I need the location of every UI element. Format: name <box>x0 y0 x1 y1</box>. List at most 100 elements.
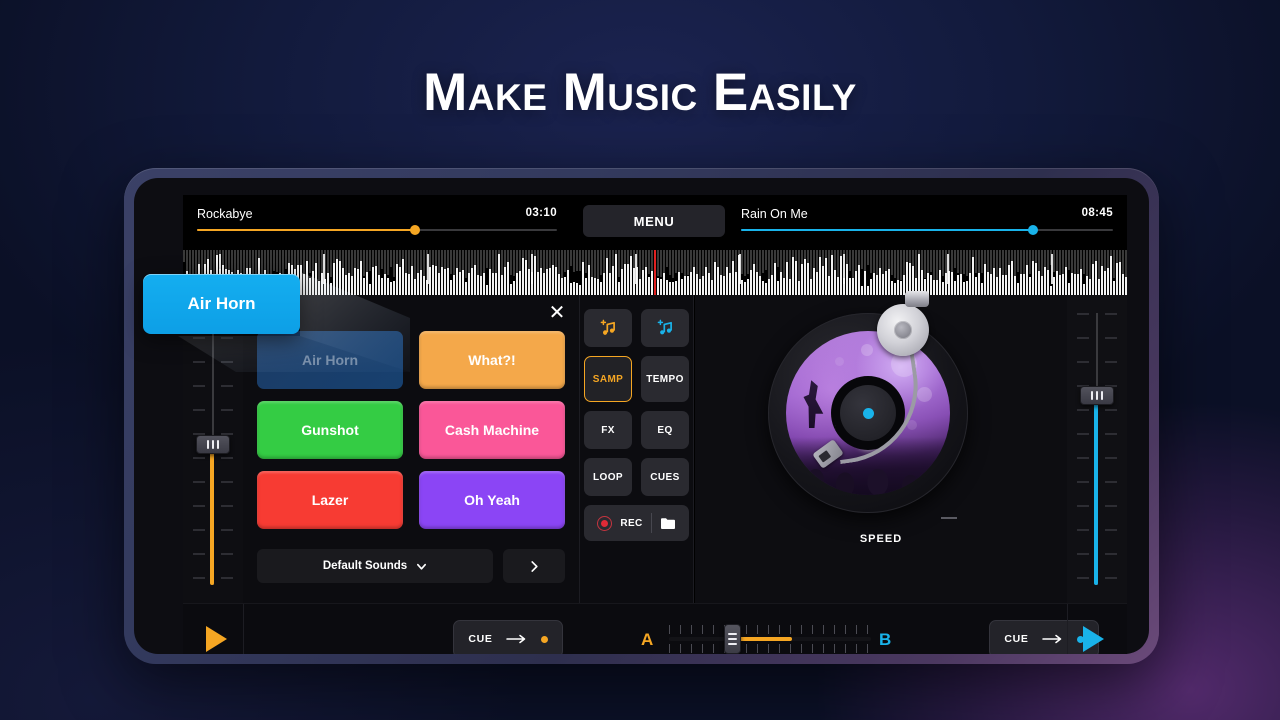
waveform-bar <box>867 250 869 266</box>
deck-a-cue-button[interactable]: CUE <box>453 620 563 654</box>
waveform-bar <box>261 250 263 277</box>
waveform-bar <box>831 255 833 295</box>
waveform-bar <box>435 265 437 295</box>
crossfader-tick <box>845 625 846 634</box>
crossfader-tick <box>834 644 835 653</box>
deck-a-progress-bar[interactable] <box>197 225 557 235</box>
sample-pad[interactable]: Cash Machine <box>419 401 565 459</box>
record-button[interactable]: REC <box>584 505 689 541</box>
crossfader-handle[interactable] <box>723 624 741 654</box>
waveform-bar <box>1047 269 1049 295</box>
fader-handle[interactable] <box>196 434 230 454</box>
deck-a-volume-fader[interactable] <box>183 295 243 603</box>
crossfader-tick <box>713 625 714 634</box>
fader-tick <box>1105 433 1117 435</box>
waveform-bar <box>675 280 677 295</box>
waveform-bar <box>798 250 800 282</box>
fader-tick <box>1105 457 1117 459</box>
waveform-bar <box>966 280 968 295</box>
deck-b-volume-fader[interactable] <box>1067 295 1127 603</box>
divider <box>650 513 652 533</box>
arrow-right-icon <box>1041 634 1061 644</box>
waveform-bar <box>438 272 440 295</box>
waveform-bar <box>405 273 407 295</box>
tutorial-callout[interactable]: Air Horn <box>143 274 300 334</box>
waveform-bar <box>801 263 803 295</box>
fader-tick <box>1077 481 1089 483</box>
deck-a-progress-knob[interactable] <box>409 225 420 235</box>
sound-bank-select[interactable]: Default Sounds <box>257 549 493 583</box>
waveform-display[interactable] <box>183 250 1127 295</box>
waveform-bar <box>672 281 674 295</box>
minus-icon[interactable] <box>941 517 957 519</box>
waveform-bar <box>861 285 863 295</box>
waveform-bar <box>954 250 956 268</box>
waveform-bar <box>1125 250 1127 278</box>
waveform-bar <box>267 250 269 277</box>
waveform-bar <box>1041 276 1043 295</box>
deck-a-play-icon[interactable] <box>206 626 227 652</box>
waveform-bar <box>615 253 617 295</box>
cue-label: CUE <box>1004 633 1029 645</box>
waveform-bar <box>408 273 410 295</box>
deck-b-progress-fill <box>741 229 1034 231</box>
waveform-bar <box>813 268 815 295</box>
mode-button-cues[interactable]: CUES <box>641 458 689 496</box>
fader-handle[interactable] <box>1080 385 1114 405</box>
waveform-bar <box>870 250 872 273</box>
transport-bar: CUE A B CUE <box>183 603 1127 654</box>
fader-tick <box>221 409 233 411</box>
waveform-bar <box>675 250 677 273</box>
waveform-bar <box>1083 284 1085 295</box>
turntable-deck: SPEED <box>695 291 1067 603</box>
waveform-bar <box>696 250 698 277</box>
waveform-bar <box>516 272 518 295</box>
sample-pad-label: Air Horn <box>302 352 358 368</box>
sample-pad[interactable]: Gunshot <box>257 401 403 459</box>
mode-button-tempo[interactable]: TEMPO <box>641 356 689 402</box>
folder-icon[interactable] <box>660 517 676 530</box>
fader-tick <box>221 553 233 555</box>
waveform-bar <box>660 279 662 295</box>
waveform-bar <box>564 250 566 272</box>
waveform-bar <box>1038 270 1040 295</box>
add-music-deck-a-button[interactable] <box>584 309 632 347</box>
mode-button-samp[interactable]: SAMP <box>584 356 632 402</box>
crossfader[interactable]: A B <box>641 620 891 654</box>
deck-b-progress-knob[interactable] <box>1028 225 1039 235</box>
fader-tick <box>1077 577 1089 579</box>
waveform-bar <box>498 253 500 295</box>
performer-silhouette <box>803 380 824 429</box>
crossfader-tick <box>669 625 670 634</box>
waveform-bar <box>405 250 407 276</box>
waveform-bar <box>876 250 878 276</box>
sample-pad[interactable]: Oh Yeah <box>419 471 565 529</box>
waveform-bar <box>411 265 413 295</box>
deck-a-track-name: Rockabye <box>197 207 253 221</box>
mode-button-loop[interactable]: LOOP <box>584 458 632 496</box>
waveform-bar <box>549 268 551 295</box>
add-music-deck-b-button[interactable] <box>641 309 689 347</box>
waveform-bar <box>972 257 974 295</box>
close-icon[interactable]: ✕ <box>545 301 569 325</box>
deck-b-progress-bar[interactable] <box>741 225 1113 235</box>
sample-pad[interactable]: Air Horn <box>257 331 403 389</box>
menu-button[interactable]: MENU <box>583 205 725 237</box>
waveform-bar <box>378 274 380 295</box>
fader-tick <box>1105 313 1117 315</box>
waveform-bar <box>1050 285 1052 295</box>
sample-pad[interactable]: Lazer <box>257 471 403 529</box>
waveform-bar <box>450 250 452 274</box>
waveform-bar <box>837 277 839 295</box>
mode-button-eq[interactable]: EQ <box>641 411 689 449</box>
mode-button-fx[interactable]: FX <box>584 411 632 449</box>
sample-pad[interactable]: What?! <box>419 331 565 389</box>
waveform-bar <box>540 268 542 295</box>
waveform-bar <box>963 250 965 274</box>
next-bank-button[interactable] <box>503 549 565 583</box>
fader-tick <box>193 385 205 387</box>
deck-b-play-icon[interactable] <box>1083 626 1104 652</box>
crossfader-tick <box>713 644 714 653</box>
waveform-bar <box>336 259 338 295</box>
waveform-bar <box>792 256 794 295</box>
